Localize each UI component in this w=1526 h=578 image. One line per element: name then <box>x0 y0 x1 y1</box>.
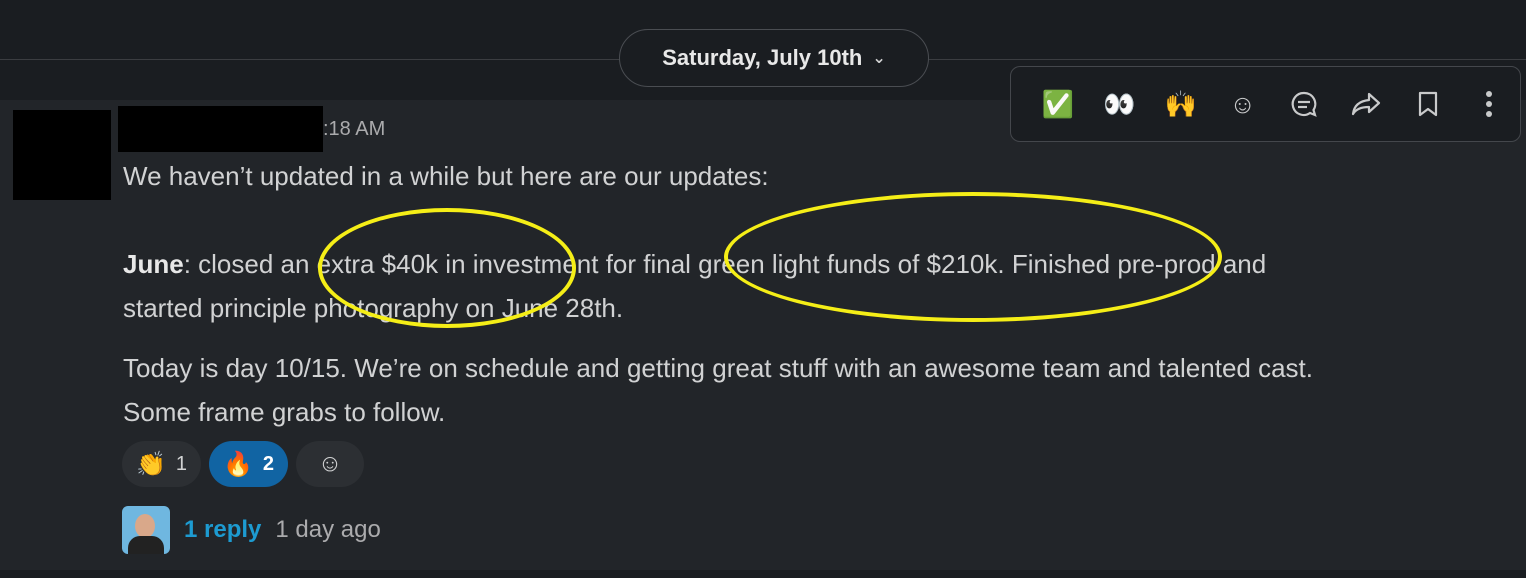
add-reaction-icon: ☺ <box>1229 88 1256 119</box>
reply-count-link[interactable]: 1 reply <box>184 516 261 544</box>
message-today-line1: Today is day 10/15. We’re on schedule an… <box>123 353 1313 383</box>
message-june-line1: June: closed an extra $40k in investment… <box>123 242 1266 286</box>
date-divider-button[interactable]: Saturday, July 10th ⌄ <box>619 29 929 87</box>
reaction-fire[interactable]: 🔥 2 <box>209 441 289 487</box>
slack-channel-view: Saturday, July 10th ⌄ :18 AM We haven’t … <box>0 0 1526 578</box>
raised-hands-icon: 🙌 <box>1164 88 1198 119</box>
bookmark-icon <box>1418 91 1437 117</box>
avatar[interactable] <box>13 110 111 200</box>
add-reaction-button[interactable]: ☺ <box>1212 74 1274 134</box>
reply-avatar <box>122 506 170 554</box>
share-button[interactable] <box>1335 74 1397 134</box>
reply-time: 1 day ago <box>275 516 381 543</box>
date-label: Saturday, July 10th <box>662 45 863 70</box>
fire-icon: 🔥 <box>223 450 253 478</box>
add-reaction-icon: ☺ <box>317 450 343 477</box>
react-check-mark-button[interactable]: ✅ <box>1027 74 1089 134</box>
reactions-bar: 👏 1 🔥 2 ☺ <box>122 441 365 487</box>
thread-summary[interactable]: 1 reply 1 day ago <box>122 506 381 554</box>
react-raised-hands-button[interactable]: 🙌 <box>1150 74 1212 134</box>
save-for-later-button[interactable] <box>1397 74 1459 134</box>
redacted-sender-name <box>118 106 323 152</box>
clapping-hands-icon: 👏 <box>136 450 166 478</box>
message-today-line2: Some frame grabs to follow. <box>123 397 446 427</box>
react-eyes-button[interactable]: 👀 <box>1089 74 1151 134</box>
reaction-count: 2 <box>262 452 275 475</box>
more-actions-icon <box>1486 91 1493 117</box>
message-actions-toolbar: ✅ 👀 🙌 ☺ <box>1010 66 1521 142</box>
reaction-clap[interactable]: 👏 1 <box>122 441 202 487</box>
add-reaction-pill[interactable]: ☺ <box>296 441 365 487</box>
eyes-icon: 👀 <box>1103 88 1136 119</box>
message-timestamp[interactable]: :18 AM <box>323 118 385 141</box>
chevron-down-icon: ⌄ <box>872 50 886 67</box>
message-intro: We haven’t updated in a while but here a… <box>123 161 769 191</box>
share-icon <box>1351 92 1381 116</box>
more-actions-button[interactable] <box>1458 74 1520 134</box>
reply-in-thread-icon <box>1291 91 1318 117</box>
message-june-line2: started principle photography on June 28… <box>123 293 624 323</box>
reply-in-thread-button[interactable] <box>1274 74 1336 134</box>
june-text: : closed an extra $40k in investment for… <box>183 249 1267 279</box>
check-mark-icon: ✅ <box>1041 88 1074 119</box>
june-label: June <box>123 249 184 279</box>
reaction-count: 1 <box>175 452 188 475</box>
